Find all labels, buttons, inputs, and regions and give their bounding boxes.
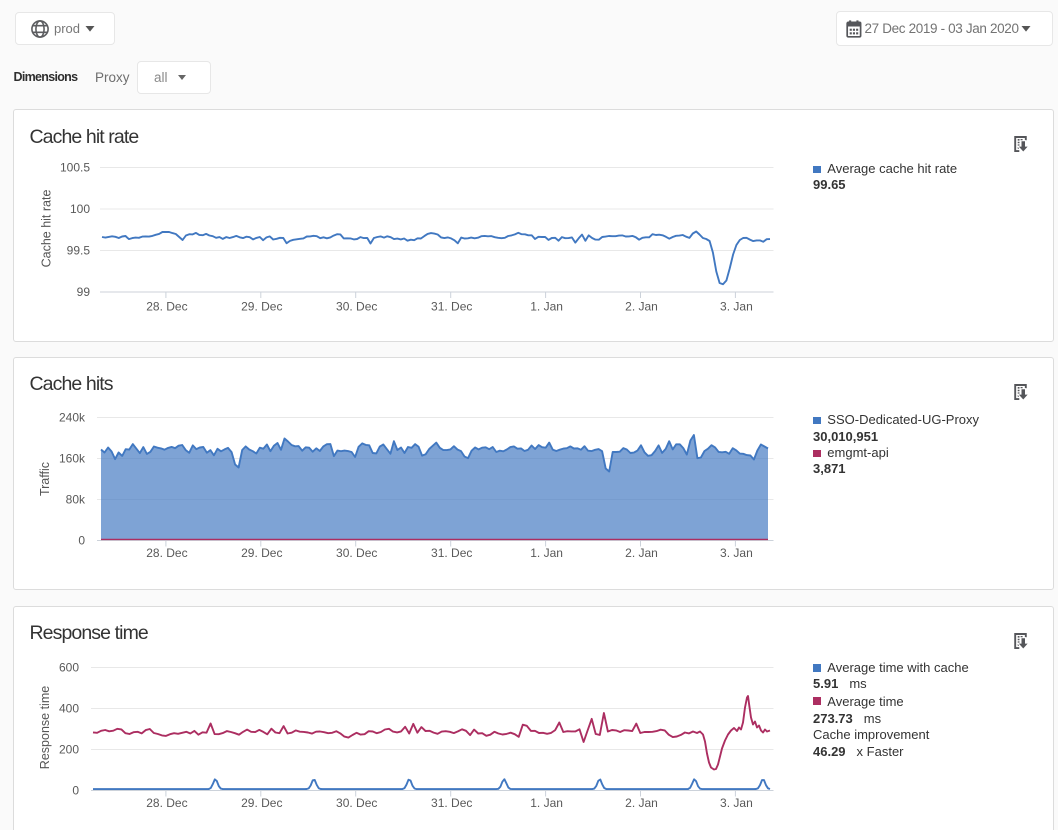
svg-text:2. Jan: 2. Jan: [625, 299, 658, 313]
svg-text:99.5: 99.5: [67, 243, 91, 257]
svg-text:3. Jan: 3. Jan: [720, 299, 753, 313]
svg-text:30. Dec: 30. Dec: [336, 796, 377, 810]
svg-text:28. Dec: 28. Dec: [146, 796, 187, 810]
svg-text:3. Jan: 3. Jan: [720, 796, 753, 810]
svg-text:Cache hit rate: Cache hit rate: [39, 189, 53, 267]
svg-text:3. Jan: 3. Jan: [720, 546, 753, 560]
svg-text:600: 600: [59, 660, 79, 674]
svg-text:28. Dec: 28. Dec: [146, 546, 187, 560]
svg-text:160k: 160k: [59, 451, 86, 465]
svg-text:1. Jan: 1. Jan: [530, 299, 563, 313]
svg-text:0: 0: [78, 533, 85, 547]
svg-text:31. Dec: 31. Dec: [431, 299, 472, 313]
svg-text:400: 400: [59, 701, 79, 715]
svg-text:28. Dec: 28. Dec: [146, 299, 187, 313]
svg-text:29. Dec: 29. Dec: [241, 299, 282, 313]
svg-text:99: 99: [77, 285, 91, 299]
svg-text:1. Jan: 1. Jan: [530, 796, 563, 810]
svg-text:2. Jan: 2. Jan: [625, 546, 658, 560]
svg-text:240k: 240k: [59, 410, 86, 424]
svg-text:80k: 80k: [66, 492, 86, 506]
svg-text:100: 100: [70, 202, 90, 216]
svg-text:29. Dec: 29. Dec: [241, 546, 282, 560]
svg-text:31. Dec: 31. Dec: [431, 796, 472, 810]
svg-text:29. Dec: 29. Dec: [241, 796, 282, 810]
svg-text:200: 200: [59, 742, 79, 756]
svg-text:1. Jan: 1. Jan: [530, 546, 563, 560]
svg-text:30. Dec: 30. Dec: [336, 299, 377, 313]
svg-text:30. Dec: 30. Dec: [336, 546, 377, 560]
svg-text:31. Dec: 31. Dec: [431, 546, 472, 560]
svg-text:Response time: Response time: [38, 685, 52, 768]
svg-text:100.5: 100.5: [60, 160, 90, 174]
svg-text:2. Jan: 2. Jan: [625, 796, 658, 810]
svg-text:Traffic: Traffic: [38, 461, 52, 495]
svg-text:0: 0: [72, 783, 79, 797]
